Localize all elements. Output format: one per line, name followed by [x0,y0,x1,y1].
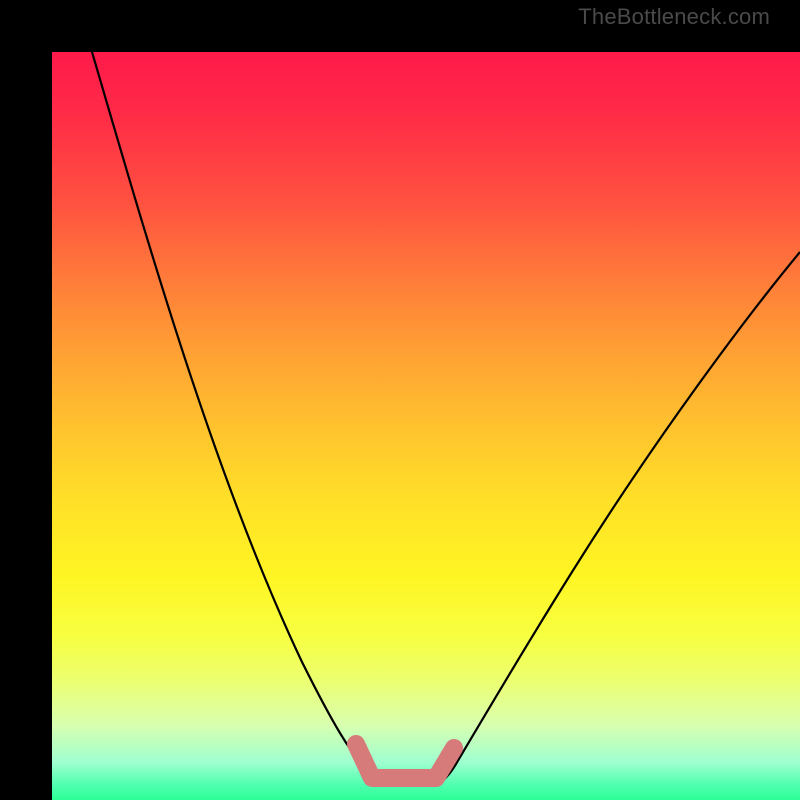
optimal-marker-icon [356,744,454,778]
chart-frame [0,0,800,800]
plot-area [52,52,800,800]
bottleneck-curve-line [92,52,800,785]
curve-layer [52,52,800,800]
watermark-text: TheBottleneck.com [578,4,770,30]
